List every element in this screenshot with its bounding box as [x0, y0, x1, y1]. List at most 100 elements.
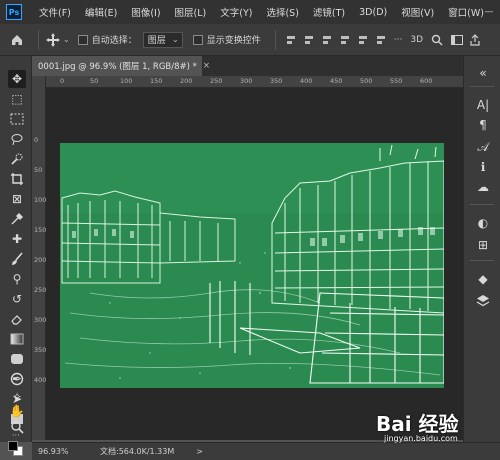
separator [470, 260, 494, 261]
menu-layer[interactable]: 图层(L) [168, 5, 214, 19]
ruler-tick-label: 300 [240, 77, 253, 85]
horizontal-ruler: 0 50 100 150 200 250 300 350 400 450 500 550 600 [46, 76, 463, 88]
options-bar: ⌄ 自动选择： 图层 ⌄ 显示变换控件 ··· 3D [0, 24, 500, 56]
ruler-tick-label: 100 [34, 196, 47, 204]
more-options-icon[interactable]: ··· [394, 35, 403, 45]
menu-bar: Ps 文件(F) 编辑(E) 图像(I) 图层(L) 文字(Y) 选择(S) 滤… [0, 0, 500, 24]
watermark-logo: Bai 经验 [376, 412, 459, 436]
chevron-down-icon[interactable]: ⌄ [63, 35, 70, 44]
align-left-icon[interactable] [285, 34, 297, 46]
gradient-tool-icon[interactable] [8, 330, 26, 348]
align-center-icon[interactable] [303, 34, 315, 46]
clone-stamp-tool-icon[interactable]: ⚲ [8, 270, 26, 288]
auto-select-checkbox[interactable] [77, 34, 88, 45]
color-swatches-icon[interactable] [8, 441, 24, 457]
move-tool-icon[interactable]: ✥ [8, 70, 26, 88]
eraser-tool-icon[interactable] [8, 310, 26, 328]
share-icon[interactable] [469, 33, 481, 46]
photoshop-logo: Ps [6, 4, 22, 20]
ruler-tick-label: 0 [60, 77, 65, 85]
ruler-tick-label: 500 [360, 77, 373, 85]
menu-edit[interactable]: 编辑(E) [78, 5, 124, 19]
eyedropper-tool-icon[interactable] [8, 210, 26, 228]
ruler-tick-label: 50 [34, 166, 43, 174]
auto-select-value: 图层 [147, 36, 166, 46]
menu-3d[interactable]: 3D(D) [352, 7, 394, 18]
ruler-tick-label: 0 [34, 136, 39, 144]
history-brush-tool-icon[interactable]: ↺ [8, 290, 26, 308]
ruler-tick-label: 550 [390, 77, 403, 85]
menu-image[interactable]: 图像(I) [124, 5, 167, 19]
home-icon[interactable] [10, 33, 24, 47]
ruler-tick-label: 200 [180, 77, 193, 85]
align-right-icon[interactable] [321, 34, 333, 46]
align-middle-icon[interactable] [357, 34, 369, 46]
document-image[interactable] [60, 143, 444, 388]
show-transform-checkbox[interactable] [192, 34, 203, 45]
quick-select-tool-icon[interactable] [8, 150, 26, 168]
more-tools-icon[interactable]: ··· [12, 432, 22, 440]
separator [470, 204, 494, 205]
brush-tool-icon[interactable] [8, 250, 26, 268]
auto-select-label: 自动选择： [91, 36, 137, 46]
frame-tool-icon[interactable]: ⊠ [8, 190, 26, 208]
minimize-button[interactable]: — [478, 0, 500, 24]
rounded-rectangle-tool-icon[interactable] [8, 350, 26, 368]
ruler-tick-label: 150 [34, 226, 47, 234]
document-info: 文档:564.0K/1.33M [100, 447, 175, 456]
ruler-tick-label: 600 [420, 77, 433, 85]
canvas-area[interactable] [46, 88, 463, 440]
adjustments-panel-icon[interactable]: ◐ [476, 216, 490, 230]
styles-panel-icon[interactable]: ◆ [476, 272, 490, 286]
3d-mode-icon[interactable]: 3D [410, 35, 423, 45]
baidu-jingyan-watermark: Bai 经验 jingyan.baidu.com [376, 406, 496, 456]
search-icon[interactable] [431, 34, 443, 46]
auto-select-dropdown[interactable]: 图层 ⌄ [142, 31, 183, 48]
move-tool-icon[interactable] [45, 32, 61, 48]
chevron-down-icon: ⌄ [172, 34, 179, 44]
properties-panel-icon[interactable]: ⊞ [476, 238, 490, 252]
menu-select[interactable]: 选择(S) [259, 5, 305, 19]
artboard-tool-icon[interactable]: ⬚ [8, 90, 26, 108]
ruler-tick-label: 250 [210, 77, 223, 85]
info-panel-icon[interactable]: ℹ [476, 160, 490, 174]
lasso-tool-icon[interactable] [8, 130, 26, 148]
document-tab-title: 0001.jpg @ 96.9% (图层 1, RGB/8#) * [38, 62, 197, 72]
ruler-tick-label: 350 [270, 77, 283, 85]
status-menu-arrow[interactable]: > [196, 447, 203, 456]
marquee-tool-icon[interactable] [8, 110, 26, 128]
zoom-level[interactable]: 96.93% [38, 447, 90, 456]
libraries-panel-icon[interactable]: ☁ [476, 180, 490, 194]
collapse-panels-icon[interactable]: « [476, 66, 490, 80]
ruler-tick-label: 400 [300, 77, 313, 85]
menu-filter[interactable]: 滤镜(T) [306, 5, 352, 19]
ruler-tick-label: 300 [34, 316, 47, 324]
glowing-edges-venice-image [60, 143, 444, 388]
paragraph-panel-icon[interactable]: ¶ [476, 118, 490, 132]
ruler-tick-label: 450 [330, 77, 343, 85]
right-panel-dock: « A| ¶ 𝒜 ℹ ☁ ◐ ⊞ ◆ [463, 56, 500, 442]
close-icon[interactable]: × [203, 61, 210, 71]
glyphs-panel-icon[interactable]: 𝒜 [476, 140, 490, 154]
show-transform-label: 显示变换控件 [206, 36, 261, 46]
align-top-icon[interactable] [339, 34, 351, 46]
workspace-icon[interactable] [451, 34, 463, 45]
ellipse-tool-icon[interactable] [8, 370, 26, 388]
ruler-tick-label: 100 [120, 77, 133, 85]
crop-tool-icon[interactable] [8, 170, 26, 188]
menu-view[interactable]: 视图(V) [394, 5, 441, 19]
character-panel-icon[interactable]: A| [476, 98, 490, 112]
healing-brush-tool-icon[interactable]: ✚ [8, 230, 26, 248]
menu-file[interactable]: 文件(F) [32, 5, 78, 19]
align-bottom-icon[interactable] [375, 34, 387, 46]
watermark-url: jingyan.baidu.com [384, 434, 458, 443]
layers-panel-icon[interactable] [476, 294, 490, 308]
document-tab[interactable]: 0001.jpg @ 96.9% (图层 1, RGB/8#) * × [32, 56, 210, 76]
ruler-tick-label: 150 [150, 77, 163, 85]
ruler-tick-label: 400 [34, 376, 47, 384]
ruler-tick-label: 50 [90, 77, 99, 85]
document-tab-bar: 0001.jpg @ 96.9% (图层 1, RGB/8#) * × [32, 56, 463, 76]
separator [470, 86, 494, 87]
ruler-tick-label: 200 [34, 256, 47, 264]
menu-type[interactable]: 文字(Y) [213, 5, 259, 19]
